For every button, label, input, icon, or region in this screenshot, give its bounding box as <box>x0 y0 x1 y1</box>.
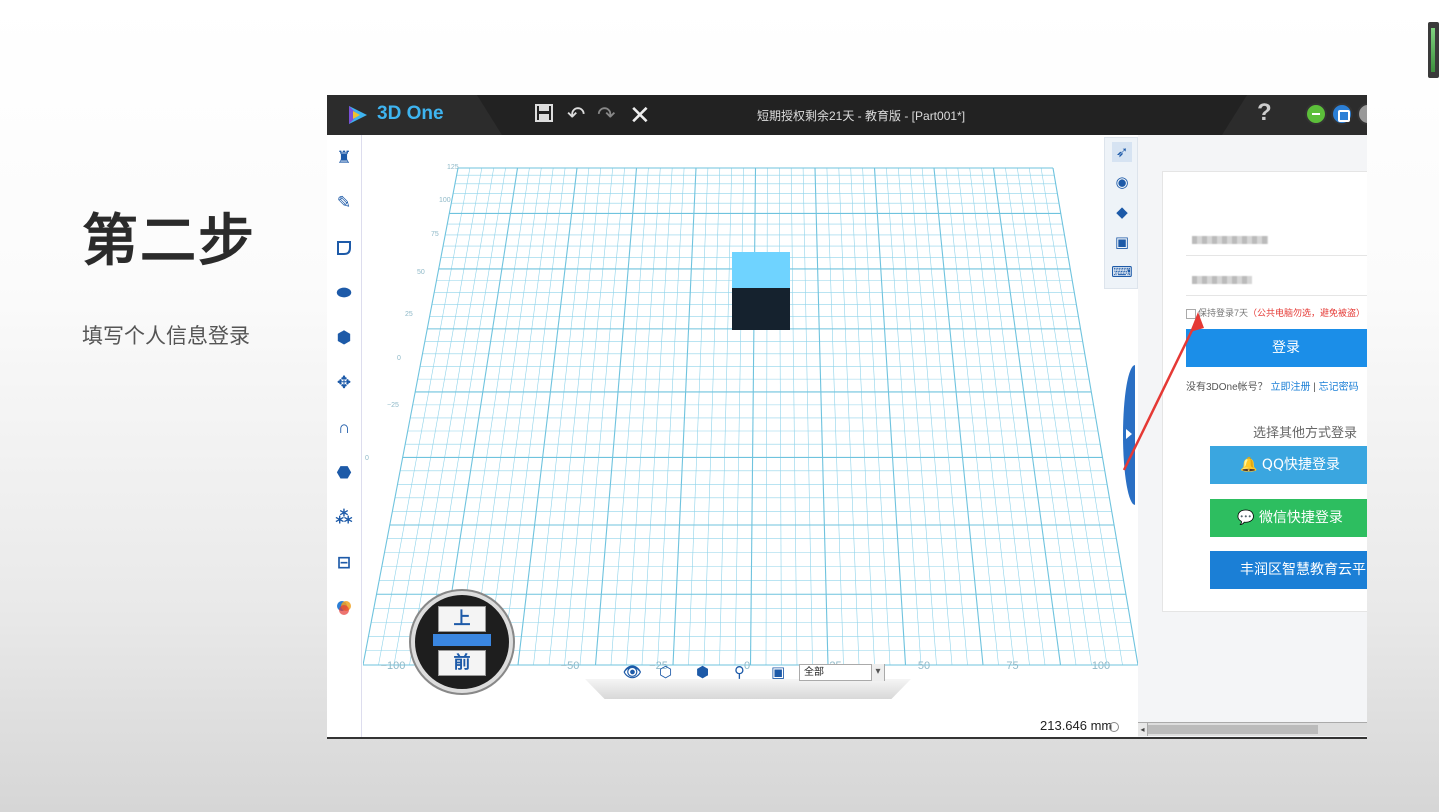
title-bar: 3D One ↶ ↷ ✕ 短期授权剩余21天 - 教育版 - [Part001*… <box>327 95 1367 135</box>
grid-x-label: 50 <box>918 660 930 672</box>
code-icon[interactable]: ⌨ <box>1111 262 1133 282</box>
login-panel: 保持登录7天（公共电脑勿选，避免被盗） 登录 没有3DOne帐号？ 立即注册 |… <box>1138 135 1367 737</box>
cloud-platform-login-button[interactable]: 丰润区智慧教育云平台 <box>1210 551 1367 589</box>
no-account-text: 没有3DOne帐号？ <box>1186 382 1268 393</box>
scroll-left-arrow[interactable]: ◂ <box>1138 723 1148 736</box>
assembly-view-icon[interactable]: ▣ <box>1112 232 1132 252</box>
basic-edit-icon[interactable]: ✥ <box>333 372 355 394</box>
qq-login-button[interactable]: 🔔 QQ快捷登录 <box>1210 446 1367 484</box>
basic-solid-icon[interactable]: ♜ <box>333 147 355 169</box>
remember-warning: （公共电脑勿选，避免被盗） <box>1248 308 1366 318</box>
qq-login-label: QQ快捷登录 <box>1261 457 1340 473</box>
measure-readout: 213.646 mm <box>1040 718 1113 733</box>
scroll-thumb[interactable] <box>1148 725 1318 734</box>
logo-tab: 3D One <box>327 95 502 135</box>
toolbar-tray <box>585 679 911 699</box>
color-icon[interactable] <box>333 597 355 619</box>
redo-icon[interactable]: ↷ <box>597 100 615 130</box>
view-navigator[interactable]: 上 前 <box>411 591 513 693</box>
grid-y-label: 25 <box>405 311 413 318</box>
right-toolbar: ➶ ◉ ◆ ▣ ⌨ <box>1104 137 1138 289</box>
filter-icon[interactable]: ▣ <box>771 663 785 681</box>
undo-icon[interactable]: ↶ <box>567 100 585 130</box>
restore-button[interactable] <box>1331 103 1353 125</box>
grid-y-label: 50 <box>417 269 425 276</box>
username-field[interactable] <box>1186 222 1367 256</box>
step-description: 填写个人信息登录 <box>82 324 250 348</box>
bottom-view-toolbar: 👁 ⬡ ⬢ ⚲ ▣ 全部 <box>585 663 911 701</box>
navcube-front-face[interactable]: 前 <box>438 650 486 676</box>
filter-select[interactable]: 全部 <box>799 664 885 681</box>
sketch-icon[interactable]: ✎ <box>333 192 355 214</box>
assembly-icon[interactable]: ⁂ <box>333 507 355 529</box>
grid-x-label: 75 <box>1006 660 1018 672</box>
app-name: 3D One <box>377 103 444 124</box>
app-window: 3D One ↶ ↷ ✕ 短期授权剩余21天 - 教育版 - [Part001*… <box>327 95 1367 739</box>
forgot-password-link[interactable]: 忘记密码 <box>1319 382 1359 393</box>
remember-login[interactable]: 保持登录7天（公共电脑勿选，避免被盗） <box>1186 306 1365 319</box>
part-front-face[interactable] <box>732 288 790 330</box>
signal-widget <box>1428 22 1439 78</box>
wireframe-icon[interactable]: ⬡ <box>659 663 672 681</box>
sketch-edit-icon[interactable] <box>333 237 355 259</box>
eye-icon[interactable]: 👁 <box>623 663 642 681</box>
register-link[interactable]: 立即注册 <box>1270 382 1310 393</box>
password-field[interactable] <box>1186 262 1367 296</box>
remember-label: 保持登录7天 <box>1198 308 1249 318</box>
minimize-button[interactable] <box>1305 103 1327 125</box>
navcube-top-face[interactable]: 上 <box>438 606 486 632</box>
cube-view-icon[interactable]: ◆ <box>1112 202 1132 222</box>
part-top-face[interactable] <box>732 252 790 288</box>
grid-y-label: 125 <box>447 164 459 171</box>
left-toolbar: ♜ ✎ ⬬ ⬢ ✥ ∩ ⬣ ⁂ ⊟ <box>327 135 362 737</box>
combine-icon[interactable]: ∩ <box>333 417 355 439</box>
horizontal-scrollbar[interactable]: ◂ <box>1138 722 1367 736</box>
qq-icon: 🔔 <box>1240 457 1262 473</box>
grid-y-label: −25 <box>387 402 399 409</box>
grid-y-label: 0 <box>397 355 401 362</box>
other-login-title: 选择其他方式登录 <box>1253 426 1358 441</box>
remember-checkbox[interactable] <box>1186 308 1196 319</box>
measure-dropdown-icon[interactable] <box>1109 722 1119 732</box>
close-icon[interactable]: ✕ <box>629 100 651 130</box>
zoom-icon[interactable]: ⚲ <box>734 663 745 681</box>
measure-icon[interactable]: ⊟ <box>333 552 355 574</box>
help-button[interactable]: ? <box>1257 99 1272 127</box>
grid-y-label: 75 <box>431 231 439 238</box>
render-icon[interactable]: ◉ <box>1112 172 1132 192</box>
view-icon[interactable]: ➶ <box>1112 142 1132 162</box>
feature-icon[interactable]: ⬬ <box>333 282 355 304</box>
wechat-login-label: 微信快捷登录 <box>1258 510 1343 526</box>
username-value-blurred <box>1192 236 1268 244</box>
step-title: 第二步 <box>82 209 256 274</box>
grid-x-label: −100 <box>381 660 406 672</box>
grid-y-label: 0 <box>365 455 369 462</box>
link-separator: | <box>1313 382 1316 393</box>
special-function-icon[interactable]: ⬢ <box>333 327 355 349</box>
password-value-blurred <box>1192 276 1252 284</box>
save-icon[interactable] <box>535 100 553 130</box>
window-title: 短期授权剩余21天 - 教育版 - [Part001*] <box>757 109 966 123</box>
pattern-icon[interactable]: ⬣ <box>333 462 355 484</box>
wechat-login-button[interactable]: 💬 微信快捷登录 <box>1210 499 1367 537</box>
grid-x-label: −50 <box>561 660 580 672</box>
account-links: 没有3DOne帐号？ 立即注册 | 忘记密码 <box>1186 378 1359 393</box>
3d-one-logo-icon <box>349 106 367 124</box>
shaded-icon[interactable]: ⬢ <box>696 663 709 681</box>
login-card: 保持登录7天（公共电脑勿选，避免被盗） 登录 没有3DOne帐号？ 立即注册 |… <box>1162 171 1367 612</box>
grid-x-label: 100 <box>1092 660 1110 672</box>
grid-y-label: 100 <box>439 197 451 204</box>
wechat-icon: 💬 <box>1237 510 1259 526</box>
login-button[interactable]: 登录 <box>1186 329 1367 367</box>
navcube-band <box>433 634 491 646</box>
